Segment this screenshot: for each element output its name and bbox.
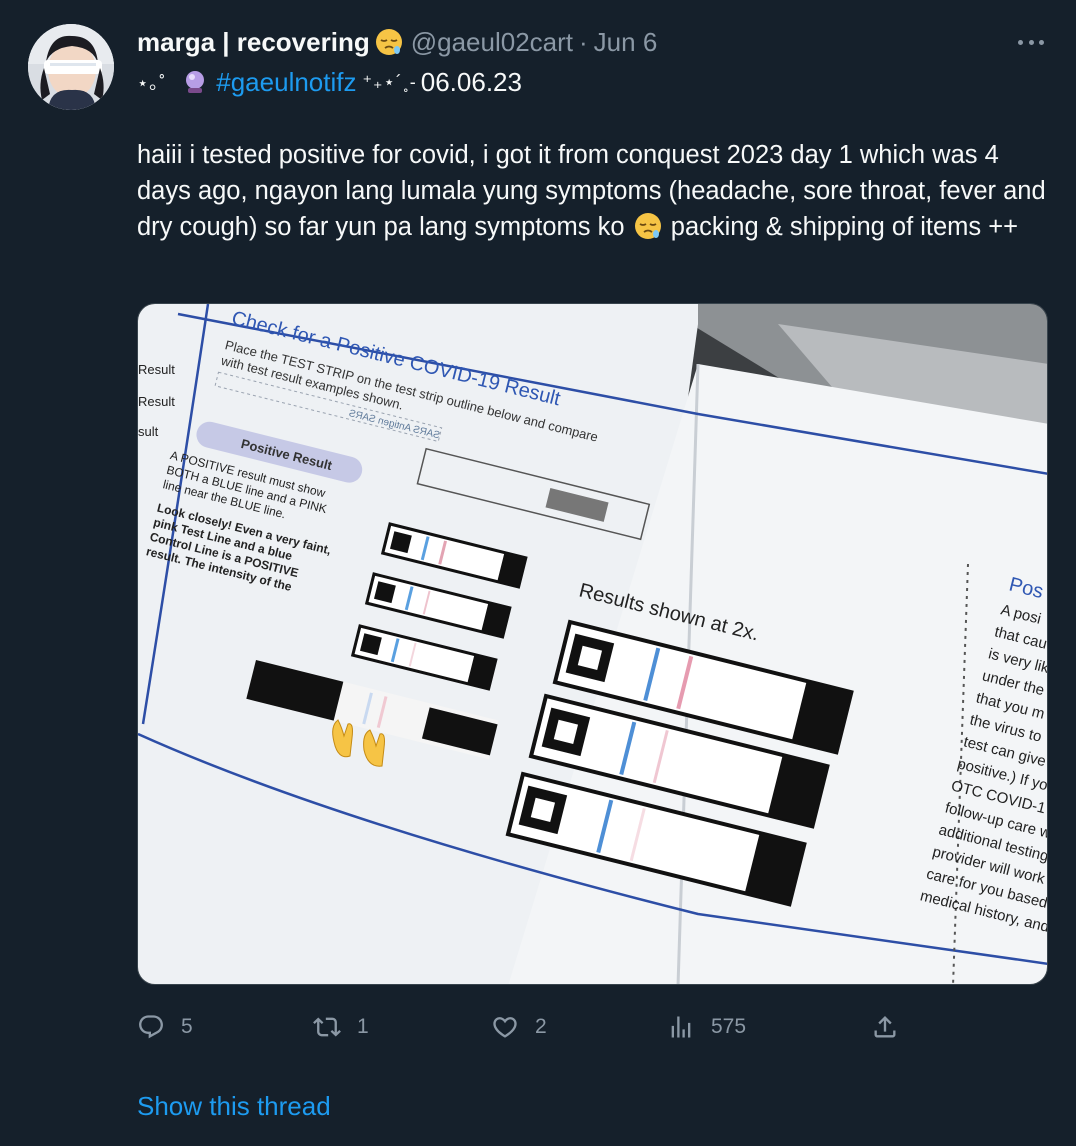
- more-icon: [1018, 39, 1023, 45]
- share-button[interactable]: [871, 1005, 915, 1049]
- bio-line: ⋆｡˚ #gaeulnotifz ⁺₊⋆´˳- 06.06.23: [137, 65, 522, 99]
- media-side-result-3: sult: [138, 424, 159, 439]
- tweet-text: haiii i tested positive for covid, i got…: [137, 137, 1057, 245]
- separator-dot: ·: [579, 26, 588, 57]
- tweet: marga | recovering @gaeul02cart · Jun 6 …: [0, 0, 1076, 1146]
- crystal-ball-icon: [182, 69, 208, 95]
- bio-date: 06.06.23: [420, 66, 522, 97]
- display-name[interactable]: marga | recovering: [137, 27, 370, 58]
- like-icon: [493, 1017, 517, 1038]
- media-side-result-1: Result: [138, 362, 175, 377]
- reply-count: 5: [181, 1015, 193, 1038]
- handle[interactable]: @gaeul02cart: [411, 27, 573, 58]
- show-thread-link[interactable]: Show this thread: [137, 1091, 331, 1122]
- sleepy-face-icon: [634, 212, 662, 240]
- reply-button[interactable]: 5: [137, 1005, 193, 1049]
- retweet-icon: [313, 1017, 341, 1037]
- share-icon: [874, 1016, 896, 1038]
- retweet-count: 1: [357, 1015, 369, 1038]
- tweet-media-photo[interactable]: Check for a Positive COVID-19 Result Pla…: [137, 303, 1048, 985]
- views-icon: [671, 1016, 691, 1038]
- avatar[interactable]: [28, 24, 114, 110]
- retweet-button[interactable]: 1: [313, 1005, 369, 1049]
- like-count: 2: [535, 1015, 547, 1038]
- tweet-header: marga | recovering @gaeul02cart · Jun 6: [137, 25, 657, 59]
- reply-icon: [139, 1015, 163, 1039]
- views-button[interactable]: 575: [667, 1005, 746, 1049]
- more-button[interactable]: [1014, 30, 1048, 54]
- covid-test-instructions-photo: Check for a Positive COVID-19 Result Pla…: [138, 304, 1047, 984]
- sleepy-face-icon: [375, 28, 403, 56]
- sparkle-suffix: ⁺₊⋆´˳-: [362, 71, 417, 92]
- avatar-image: [28, 24, 114, 110]
- tweet-text-part-2: packing & shipping of items ++: [663, 213, 1019, 241]
- media-side-result-2: Result: [138, 394, 175, 409]
- sparkle-prefix: ⋆｡˚: [137, 73, 167, 93]
- like-button[interactable]: 2: [491, 1005, 547, 1049]
- hashtag-link[interactable]: #gaeulnotifz: [216, 67, 356, 98]
- action-bar: 5 1 2 575: [137, 1005, 1048, 1049]
- views-count: 575: [711, 1015, 747, 1038]
- tweet-date[interactable]: Jun 6: [594, 27, 658, 58]
